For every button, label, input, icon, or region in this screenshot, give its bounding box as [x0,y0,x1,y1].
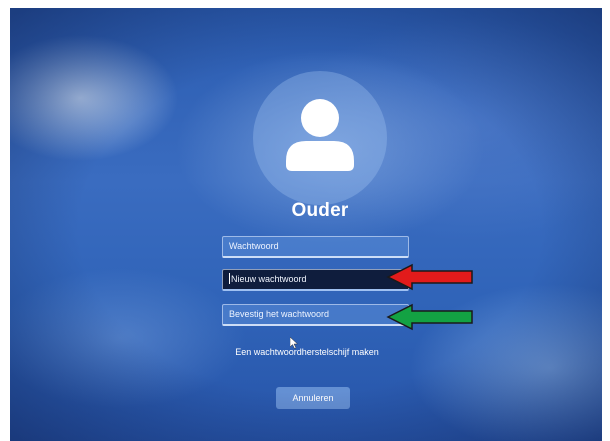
confirm-password-placeholder: Bevestig het wachtwoord [229,309,330,319]
create-reset-disk-link[interactable]: Een wachtwoordherstelschijf maken [10,347,602,357]
user-name: Ouder [291,200,349,221]
current-password-field[interactable]: Wachtwoord [222,236,409,258]
confirm-password-field[interactable]: Bevestig het wachtwoord [222,304,409,326]
green-arrow-icon [386,303,473,331]
new-password-placeholder: Nieuw wachtwoord [231,274,307,284]
cancel-button[interactable]: Annuleren [276,387,350,409]
lock-screen-background: Ouder Wachtwoord Nieuw wachtwoord Bevest… [10,8,602,441]
red-arrow-icon [386,263,473,291]
current-password-placeholder: Wachtwoord [229,241,279,251]
user-silhouette-icon [286,99,354,171]
text-caret [229,273,230,284]
new-password-field[interactable]: Nieuw wachtwoord [222,269,409,291]
